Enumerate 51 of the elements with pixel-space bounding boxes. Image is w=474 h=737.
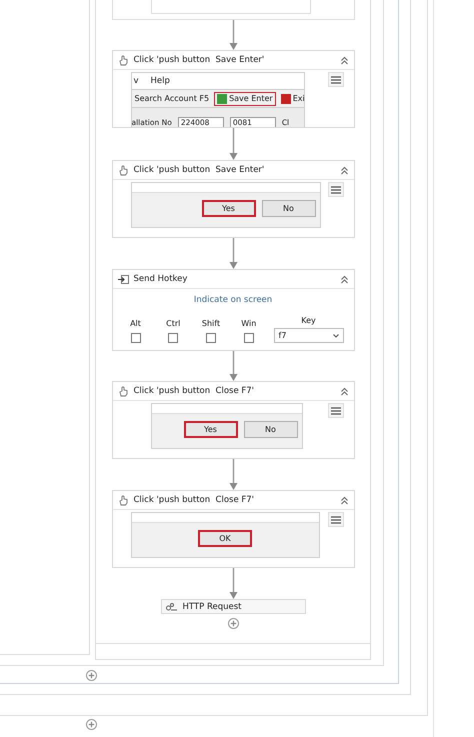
activity-title: Click 'push button Close F7': [134, 386, 256, 396]
collapse-icon[interactable]: [340, 166, 348, 174]
hand-pointer-icon: [118, 54, 128, 66]
dialog-button[interactable]: Yes: [202, 200, 256, 217]
checkbox[interactable]: [206, 333, 216, 343]
toolbar-item: Save Enter: [214, 92, 276, 106]
add-activity-icon[interactable]: [86, 719, 97, 730]
hand-pointer-icon: [118, 494, 128, 506]
flow-arrow: [228, 128, 238, 160]
checkbox-label: Ctrl: [166, 319, 180, 328]
dialog-button[interactable]: Yes: [184, 421, 238, 438]
checkbox[interactable]: [244, 333, 254, 343]
menu-icon[interactable]: [328, 403, 344, 418]
dialog-button[interactable]: No: [262, 200, 316, 217]
collapse-icon[interactable]: [340, 386, 348, 396]
key-dropdown[interactable]: f7: [274, 328, 344, 343]
flow-arrow: [228, 238, 238, 269]
add-activity-icon[interactable]: [228, 618, 238, 629]
activity-title: Click 'push button Save Enter': [134, 165, 266, 175]
collapse-icon[interactable]: [340, 56, 348, 64]
collapse-icon[interactable]: [340, 496, 348, 504]
flow-arrow: [228, 351, 238, 381]
toolbar-icon: [280, 94, 291, 104]
menu-icon[interactable]: [328, 182, 344, 197]
activity-title: HTTP Request: [182, 602, 242, 612]
flow-arrow: [228, 459, 238, 490]
send-key-icon: [118, 274, 128, 284]
checkbox[interactable]: [130, 333, 140, 343]
add-activity-icon[interactable]: [86, 670, 97, 681]
dialog-button[interactable]: OK: [198, 530, 252, 547]
collapse-icon[interactable]: [340, 274, 348, 284]
menu-icon[interactable]: [328, 512, 344, 527]
checkbox-label: Alt: [130, 319, 141, 328]
activity-title: Click 'push button Close F7': [134, 495, 256, 505]
dropdown-caret-icon[interactable]: [332, 334, 338, 338]
checkbox[interactable]: [168, 333, 178, 343]
toolbar-item: Search Account F5: [134, 93, 210, 105]
key-label: Key: [301, 316, 316, 325]
activity-title: Click 'push button Save Enter': [134, 55, 266, 65]
dialog-button[interactable]: No: [244, 421, 298, 438]
indicate-link[interactable]: Indicate on screen: [194, 295, 272, 305]
activity-title: Send Hotkey: [134, 274, 188, 284]
flow-arrow: [228, 20, 238, 50]
checkbox-label: Shift: [202, 319, 220, 328]
hand-pointer-icon: [118, 164, 128, 176]
http-icon: [166, 602, 178, 610]
toolbar-icon: [217, 94, 228, 104]
hand-pointer-icon: [118, 386, 128, 396]
flow-arrow: [228, 568, 238, 599]
checkbox-label: Win: [241, 319, 256, 328]
menu-icon[interactable]: [328, 72, 344, 87]
